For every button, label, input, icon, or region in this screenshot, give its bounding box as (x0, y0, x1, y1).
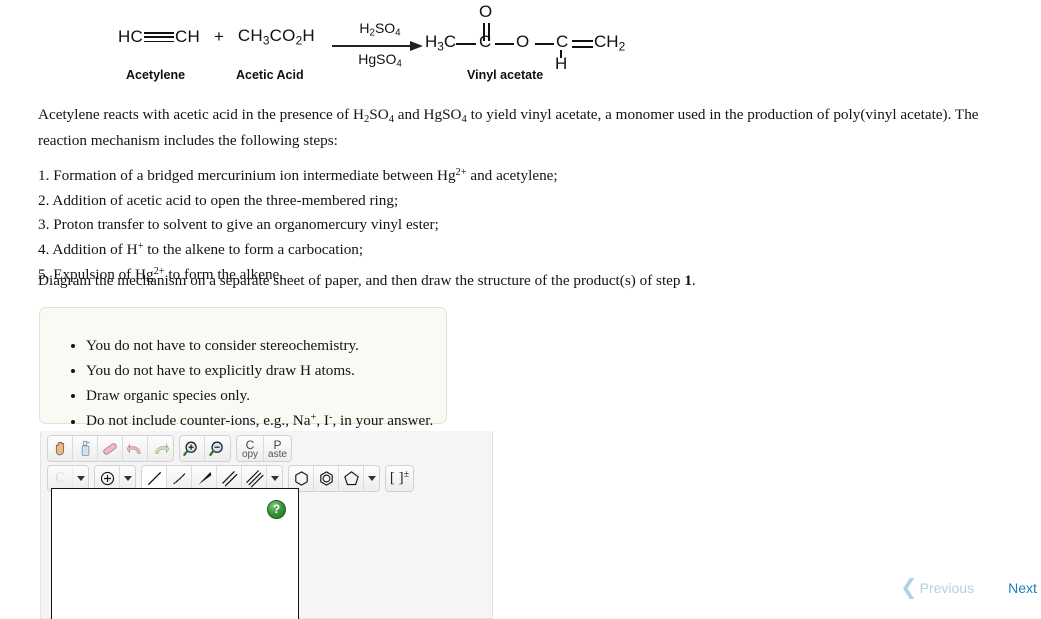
chevron-down-icon (123, 476, 132, 481)
acetic-acid-name: Acetic Acid (236, 68, 304, 82)
vinyl-double-bond-top (572, 40, 593, 42)
step-item: 2. Addition of acetic acid to open the t… (38, 191, 399, 209)
chevron-down-icon (76, 476, 85, 481)
reaction-arrow-block: H2SO4 HgSO4 (332, 20, 428, 71)
guideline-item: You do not have to explicitly draw H ato… (86, 357, 446, 381)
intro-paragraph: Acetylene reacts with acetic acid in the… (38, 106, 979, 149)
guideline-item: Draw organic species only. (86, 382, 446, 406)
tool-group-rings (288, 465, 380, 492)
guideline-item: You do not have to consider stereochemis… (86, 332, 446, 356)
eraser-icon (103, 442, 117, 455)
plus-sign: + (213, 26, 224, 46)
hexagon-icon (294, 471, 308, 486)
double-bond-icon (221, 471, 238, 487)
product-atom-c-center: C (479, 32, 492, 51)
element-carbon-label: C (54, 470, 65, 486)
clear-spray-tool[interactable] (73, 436, 98, 461)
ring-dropdown-toggle[interactable] (364, 466, 379, 491)
paste-tool[interactable]: Paste (264, 436, 291, 461)
zoom-in-tool[interactable] (180, 436, 205, 461)
diagram-instruction: Diagram the mechanism on a separate shee… (38, 272, 696, 289)
step-item: 1. Formation of a bridged mercurinium io… (38, 167, 558, 185)
answer-guidelines-box: You do not have to consider stereochemis… (39, 307, 447, 430)
redo-tool[interactable] (148, 436, 173, 461)
eraser-tool[interactable] (98, 436, 123, 461)
previous-button[interactable]: ❮ Previous (900, 576, 975, 599)
hand-icon (55, 441, 64, 456)
bond-o-cvinyl (535, 43, 554, 45)
zoom-out-icon (208, 441, 223, 456)
triple-bond-icon (245, 470, 264, 488)
bracket-charge-label: [ ]± (389, 469, 410, 487)
mechanism-steps-list: 1. Formation of a bridged mercurinium io… (38, 163, 738, 286)
guideline-item: Do not include counter-ions, e.g., Na+, … (86, 407, 446, 431)
reagent-above: H2SO4 (359, 20, 401, 39)
editor-toolbar-row-1: Copy Paste (41, 431, 492, 462)
chemistry-drawing-editor: Copy Paste C []± ? (40, 431, 493, 619)
pentagon-icon (343, 471, 359, 486)
molecule-drawing-canvas[interactable]: ? (51, 488, 299, 619)
vinyl-double-bond-bottom (572, 46, 593, 48)
chevron-left-icon: ❮ (900, 576, 918, 599)
tool-group-clipboard: Copy Paste (236, 435, 292, 462)
acetic-acid-formula: CH3CO2H (237, 26, 315, 48)
help-icon[interactable]: ? (267, 500, 286, 519)
reagent-below: HgSO4 (358, 50, 402, 70)
next-label: Next (1008, 579, 1037, 596)
pan-hand-tool[interactable] (48, 436, 73, 461)
product-atom-c-vinyl: C (556, 32, 569, 51)
reactants-row: HC CH + CH3CO2H (118, 26, 315, 47)
zoom-in-icon (183, 441, 197, 456)
copy-label-sub: opy (241, 448, 259, 460)
previous-label: Previous (919, 579, 975, 596)
triple-bond-icon (143, 31, 174, 43)
spray-bottle-icon (81, 440, 90, 456)
cyclopentane-ring-tool[interactable] (339, 466, 364, 491)
chevron-down-icon (270, 476, 279, 481)
step-item: 4. Addition of H+ to the alkene to form … (38, 240, 364, 259)
copy-tool[interactable]: Copy (237, 436, 264, 461)
bond-c-o (495, 43, 514, 45)
tool-group-bracket: [ ]± (385, 465, 414, 492)
product-structure: O H3C C O C CH2 H (425, 2, 655, 74)
acetylene-formula: HC CH (118, 26, 200, 46)
hashed-wedge-bond-icon (172, 473, 185, 485)
product-atom-o-top: O (479, 2, 493, 21)
bracket-charge-tool[interactable]: [ ]± (386, 466, 413, 491)
solid-wedge-bond-icon (197, 472, 211, 485)
redo-arrow-icon (154, 442, 169, 454)
next-button[interactable]: Next ❯ (1008, 577, 1041, 598)
tool-group-zoom (179, 435, 231, 462)
benzene-icon (319, 471, 333, 486)
step-number-emphasis: 1 (684, 272, 692, 289)
product-atom-o-ester: O (516, 32, 530, 51)
reaction-arrow-icon (332, 40, 428, 51)
chevron-down-icon (367, 476, 376, 481)
single-bond-icon (147, 471, 161, 486)
product-atom-h3c: H3C (425, 32, 457, 54)
product-name: Vinyl acetate (467, 68, 544, 82)
product-atom-h-below: H (555, 54, 568, 73)
undo-arrow-icon (126, 442, 141, 454)
undo-tool[interactable] (123, 436, 148, 461)
tool-group-manipulate (47, 435, 174, 462)
navigation-bar: ❮ Previous Next ❯ (900, 576, 1041, 599)
zoom-out-tool[interactable] (205, 436, 230, 461)
step-item: 3. Proton transfer to solvent to give an… (38, 216, 439, 234)
bond-h3c-c (456, 43, 476, 45)
answer-guidelines-list: You do not have to consider stereochemis… (40, 308, 446, 432)
benzene-ring-tool[interactable] (314, 466, 339, 491)
plus-circle-icon (100, 471, 114, 486)
reaction-scheme: HC CH + CH3CO2H Acetylene Acetic Acid H2S… (0, 0, 1041, 96)
paste-label-sub: aste (268, 448, 287, 460)
acetylene-name: Acetylene (126, 68, 186, 82)
product-atom-ch2: CH2 (594, 32, 626, 54)
